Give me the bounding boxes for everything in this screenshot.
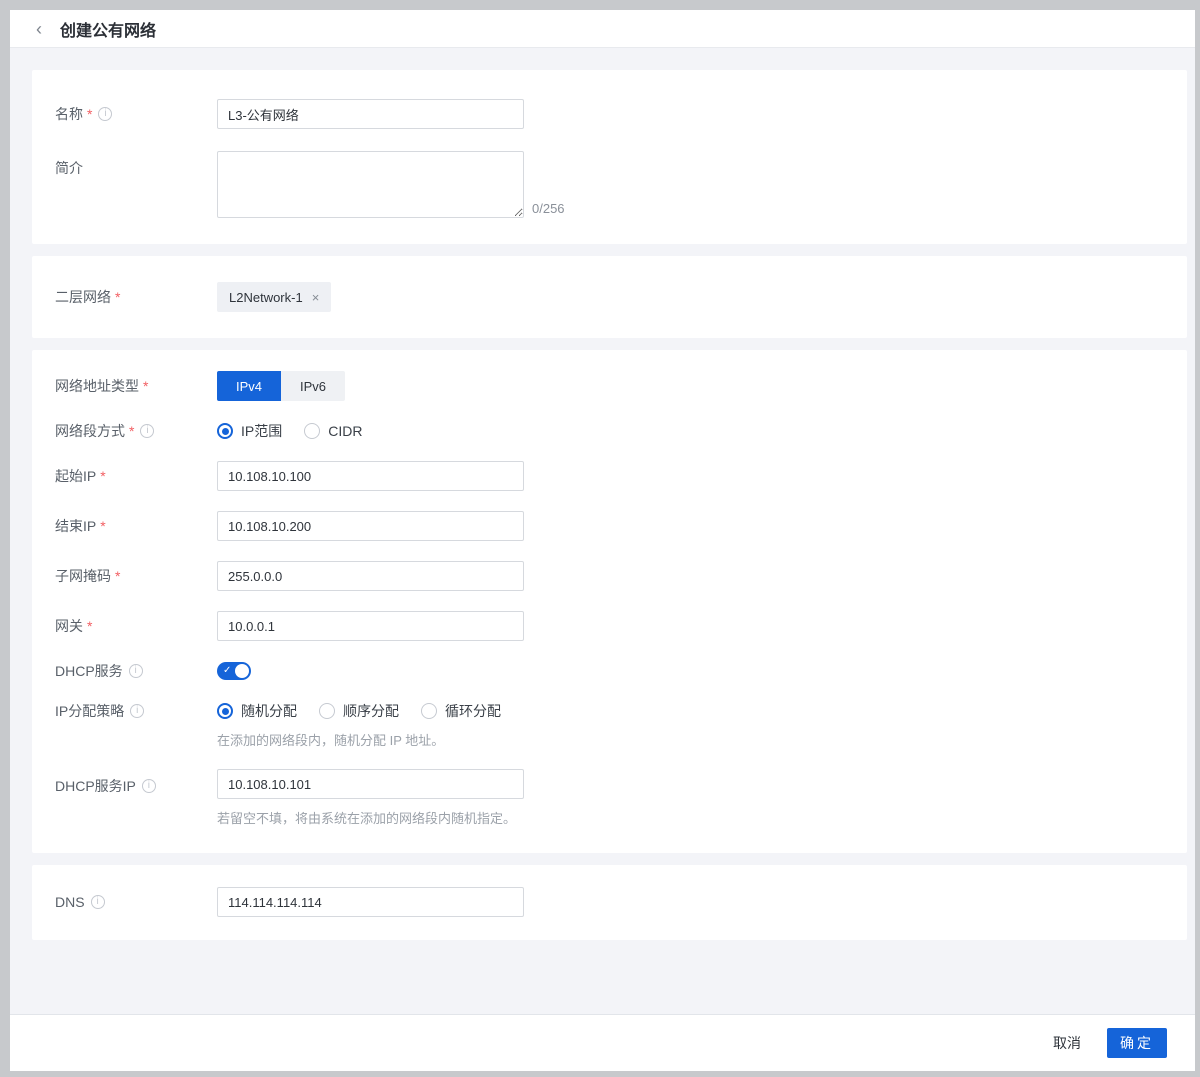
description-row: 简介 0/256 (55, 151, 1187, 218)
toggle-check-icon: ✓ (223, 665, 232, 676)
segment-method-row: 网络段方式 * i IP范围 CIDR (55, 421, 1187, 441)
dhcp-toggle[interactable]: ✓ (217, 662, 251, 680)
toggle-knob (235, 664, 249, 678)
sequential-alloc-radio[interactable]: 顺序分配 (319, 701, 399, 721)
dhcp-ip-input[interactable] (217, 769, 524, 799)
ip-range-radio[interactable]: IP范围 (217, 421, 282, 441)
basic-info-card: 名称 * i 简介 0/256 (32, 70, 1187, 244)
page-header: ‹ 创建公有网络 (10, 10, 1195, 48)
confirm-button[interactable]: 确定 (1107, 1028, 1167, 1058)
required-mark: * (115, 568, 121, 584)
netmask-label: 子网掩码 (55, 568, 111, 584)
roundrobin-alloc-label: 循环分配 (445, 703, 501, 719)
gateway-input[interactable] (217, 611, 524, 641)
name-row: 名称 * i (55, 99, 1187, 129)
dhcp-ip-row: DHCP服务IP i 若留空不填，将由系统在添加的网络段内随机指定。 (55, 769, 1187, 827)
alloc-strategy-label: IP分配策略 (55, 703, 125, 719)
dhcp-info-icon[interactable]: i (128, 664, 143, 678)
random-alloc-label: 随机分配 (241, 703, 297, 719)
start-ip-row: 起始IP * (55, 461, 1187, 491)
cidr-radio[interactable]: CIDR (304, 423, 362, 439)
required-mark: * (129, 423, 135, 439)
cidr-radio-label: CIDR (328, 423, 363, 439)
l2network-card: 二层网络 * L2Network-1 × (32, 256, 1187, 338)
gateway-row: 网关 * (55, 611, 1187, 641)
tag-remove-icon[interactable]: × (312, 290, 320, 305)
end-ip-label: 结束IP (55, 518, 97, 534)
description-textarea[interactable] (217, 151, 524, 218)
l2network-tag-text: L2Network-1 (229, 289, 303, 305)
dns-input[interactable] (217, 887, 524, 917)
ip-range-radio-label: IP范围 (241, 423, 283, 439)
ipv4-button[interactable]: IPv4 (217, 371, 281, 401)
cancel-button[interactable]: 取消 (1053, 1033, 1081, 1053)
dns-row: DNS i (55, 887, 1187, 917)
radio-unselected-icon (421, 703, 437, 719)
name-input[interactable] (217, 99, 524, 129)
footer-bar: 取消 确定 (10, 1014, 1195, 1071)
required-mark: * (87, 106, 93, 122)
gateway-label: 网关 (55, 618, 83, 634)
dhcp-ip-label: DHCP服务IP (55, 778, 136, 794)
description-counter: 0/256 (532, 201, 565, 216)
alloc-strategy-helper: 在添加的网络段内，随机分配 IP 地址。 (217, 733, 445, 748)
dhcp-label: DHCP服务 (55, 663, 123, 679)
l2network-tag[interactable]: L2Network-1 × (217, 282, 332, 312)
end-ip-input[interactable] (217, 511, 524, 541)
create-public-network-page: ‹ 创建公有网络 名称 * i 简介 0/256 (10, 10, 1195, 1071)
description-label: 简介 (55, 160, 83, 176)
radio-unselected-icon (319, 703, 335, 719)
ip-version-label: 网络地址类型 (55, 378, 139, 394)
segment-method-radios: IP范围 CIDR (217, 421, 384, 441)
alloc-strategy-radios: 随机分配 顺序分配 循环分配 (217, 701, 523, 721)
dns-info-icon[interactable]: i (90, 895, 105, 909)
required-mark: * (100, 468, 106, 484)
alloc-strategy-row: IP分配策略 i 随机分配 顺序分配 循环分配 在添加的网络段内，随机分配 IP… (55, 701, 1187, 749)
roundrobin-alloc-radio[interactable]: 循环分配 (421, 701, 501, 721)
required-mark: * (115, 289, 121, 305)
network-settings-card: 网络地址类型 * IPv4 IPv6 网络段方式 * i IP范围 CIDR 起… (32, 350, 1187, 853)
sequential-alloc-label: 顺序分配 (343, 703, 399, 719)
end-ip-row: 结束IP * (55, 511, 1187, 541)
required-mark: * (100, 518, 106, 534)
l2network-row: 二层网络 * L2Network-1 × (55, 282, 1187, 312)
radio-selected-icon (217, 703, 233, 719)
dhcp-row: DHCP服务 i ✓ (55, 661, 1187, 681)
netmask-row: 子网掩码 * (55, 561, 1187, 591)
back-icon[interactable]: ‹ (36, 20, 42, 38)
start-ip-input[interactable] (217, 461, 524, 491)
radio-selected-icon (217, 423, 233, 439)
ip-version-row: 网络地址类型 * IPv4 IPv6 (55, 371, 1187, 401)
random-alloc-radio[interactable]: 随机分配 (217, 701, 297, 721)
l2network-label: 二层网络 (55, 289, 111, 305)
dhcp-ip-helper: 若留空不填，将由系统在添加的网络段内随机指定。 (217, 811, 517, 826)
radio-unselected-icon (304, 423, 321, 439)
dns-label: DNS (55, 894, 85, 910)
required-mark: * (143, 378, 149, 394)
segment-method-info-icon[interactable]: i (140, 424, 155, 438)
segment-method-label: 网络段方式 (55, 423, 125, 439)
name-label: 名称 (55, 106, 83, 122)
dns-card: DNS i (32, 865, 1187, 940)
page-title: 创建公有网络 (60, 22, 157, 40)
ip-version-segmented: IPv4 IPv6 (217, 371, 345, 401)
form-content: 名称 * i 简介 0/256 二层网络 * (10, 48, 1195, 1014)
ipv6-button[interactable]: IPv6 (281, 371, 345, 401)
netmask-input[interactable] (217, 561, 524, 591)
dhcp-ip-info-icon[interactable]: i (141, 779, 156, 793)
required-mark: * (87, 618, 93, 634)
alloc-strategy-info-icon[interactable]: i (130, 704, 145, 718)
start-ip-label: 起始IP (55, 468, 97, 484)
name-info-icon[interactable]: i (98, 107, 113, 121)
